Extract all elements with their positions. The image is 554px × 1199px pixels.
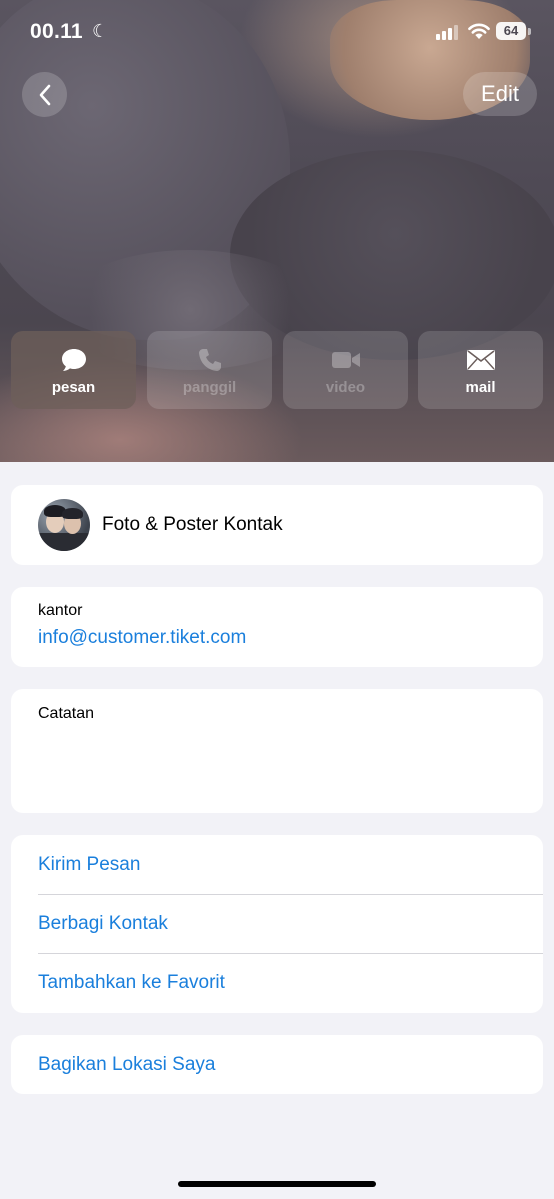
mail-action-label: mail: [465, 379, 496, 396]
contact-photo-poster-row[interactable]: Foto & Poster Kontak: [11, 485, 543, 565]
status-time: 00.11: [30, 20, 83, 43]
quick-actions: pesan panggil video mail: [11, 331, 543, 409]
add-to-favorites-row[interactable]: Tambahkan ke Favorit: [11, 953, 543, 1012]
notes-card[interactable]: Catatan: [11, 689, 543, 813]
email-link[interactable]: info@customer.tiket.com: [38, 627, 246, 649]
status-bar: 00.11 ☾ 64: [0, 0, 554, 66]
call-action-button[interactable]: panggil: [147, 331, 272, 409]
notes-label: Catatan: [38, 705, 95, 722]
phone-icon: [198, 349, 221, 371]
share-contact-link: Berbagi Kontak: [38, 913, 168, 934]
back-button[interactable]: [22, 72, 67, 117]
send-message-link: Kirim Pesan: [38, 854, 141, 875]
video-action-label: video: [325, 379, 366, 396]
share-location-link: Bagikan Lokasi Saya: [38, 1054, 216, 1075]
share-contact-row[interactable]: Berbagi Kontak: [11, 894, 543, 953]
envelope-icon: [466, 350, 495, 370]
add-to-favorites-link: Tambahkan ke Favorit: [38, 972, 225, 993]
send-message-row[interactable]: Kirim Pesan: [11, 835, 543, 894]
edit-button[interactable]: Edit: [463, 72, 537, 116]
contact-actions-list: Kirim Pesan Berbagi Kontak Tambahkan ke …: [11, 835, 543, 1013]
message-action-button[interactable]: pesan: [11, 331, 136, 409]
cellular-signal-icon: [436, 24, 458, 40]
moon-icon: ☾: [92, 21, 109, 41]
wifi-icon: [468, 23, 490, 39]
photo-poster-label: Foto & Poster Kontak: [102, 514, 283, 535]
battery-icon: 64: [496, 22, 526, 40]
email-field-card: kantor info@customer.tiket.com: [11, 587, 543, 667]
message-action-label: pesan: [51, 379, 96, 396]
chevron-left-icon: [39, 84, 50, 105]
avatar: [38, 499, 90, 551]
mail-action-button[interactable]: mail: [418, 331, 543, 409]
email-type-label: kantor: [38, 602, 83, 619]
battery-cap: [528, 28, 531, 35]
share-location-row[interactable]: Bagikan Lokasi Saya: [11, 1035, 543, 1094]
video-camera-icon: [331, 352, 360, 368]
message-bubble-icon: [61, 349, 86, 371]
video-action-button[interactable]: video: [283, 331, 408, 409]
call-action-label: panggil: [182, 379, 237, 396]
home-indicator[interactable]: [178, 1181, 376, 1187]
contact-poster: 00.11 ☾ 64 Edit pesan panggil video mail: [0, 0, 554, 462]
